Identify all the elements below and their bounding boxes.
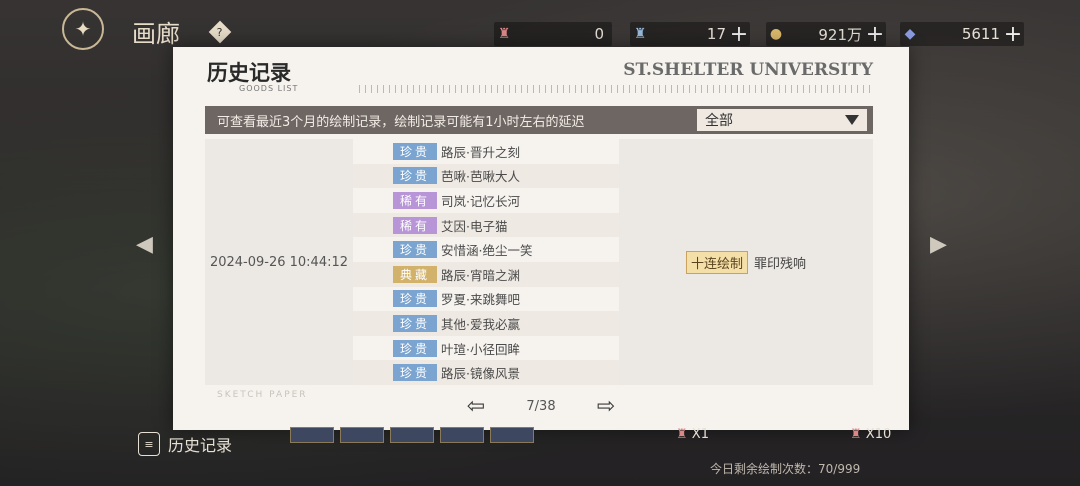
item-name: 其他·爱我必赢: [441, 316, 520, 332]
arrow-left-icon: ⇦: [466, 393, 486, 419]
list-item: 典藏 路辰·宵暗之渊: [353, 261, 619, 287]
item-name: 芭啾·芭啾大人: [441, 169, 520, 185]
record-time: 2024-09-26 10:44:12: [209, 254, 349, 270]
list-item: 珍贵 路辰·镜像风景: [353, 360, 619, 385]
thumbnail: [440, 427, 484, 443]
ticket-blue-icon: ♜: [633, 26, 647, 42]
diamond-icon: ◆: [904, 26, 916, 42]
rarity-badge: 珍贵: [393, 167, 437, 185]
page-title: 画廊: [132, 20, 180, 48]
rarity-badge: 珍贵: [393, 314, 437, 332]
rarity-badge: 珍贵: [393, 241, 437, 259]
history-button[interactable]: ≡ 历史记录: [138, 432, 232, 456]
resource-value: 17: [706, 25, 726, 43]
resource-value: 921万: [818, 25, 862, 44]
coin-icon: ●: [769, 26, 783, 42]
ticket-icon: ♜: [497, 26, 511, 42]
resource-value: 0: [594, 25, 604, 43]
item-name: 路辰·镜像风景: [441, 366, 520, 382]
resource-coin: ● 921万 +: [766, 22, 886, 47]
item-name: 路辰·宵暗之渊: [441, 267, 520, 283]
item-name: 罗夏·来跳舞吧: [441, 292, 520, 308]
list-item: 珍贵 路辰·晋升之刻: [353, 139, 619, 164]
rarity-badge: 珍贵: [393, 290, 437, 308]
thumbnail: [340, 427, 384, 443]
history-label: 历史记录: [168, 436, 233, 455]
thumbnail: [490, 427, 534, 443]
butterfly-emblem-icon[interactable]: ✦: [62, 8, 104, 50]
dialog-subtitle: GOODS LIST: [239, 84, 299, 93]
resource-ticket-blue: ♜ 17 +: [630, 22, 750, 47]
list-item: 珍贵 其他·爱我必赢: [353, 311, 619, 336]
history-dialog: 历史记录 GOODS LIST ST.SHELTER UNIVERSITY 可查…: [173, 47, 909, 430]
card-thumbnails: [290, 427, 534, 443]
history-table: 2024-09-26 10:44:12 珍贵 路辰·晋升之刻 珍贵 芭啾·芭啾大人 稀有…: [205, 139, 873, 385]
rarity-badge: 典藏: [393, 265, 437, 283]
draw-once-label: X1: [691, 427, 709, 442]
resource-ticket: ♜ 0: [494, 22, 612, 46]
draw-ten-label: X10: [865, 427, 892, 442]
ticket-icon: ♜: [676, 427, 688, 442]
item-name: 安惜涵·绝尘一笑: [441, 243, 533, 259]
remaining-draws: 今日剩余绘制次数：70/999: [710, 462, 861, 476]
chevron-down-icon: [845, 115, 859, 125]
info-text: 可查看最近3个月的绘制记录，绘制记录可能有1小时左右的延迟: [217, 114, 585, 130]
list-item: 珍贵 叶瑄·小径回眸: [353, 336, 619, 361]
record-type: 十连绘制 罪印残响: [619, 139, 873, 385]
rarity-badge: 稀有: [393, 191, 437, 209]
help-icon: ?: [217, 25, 223, 39]
list-item: 珍贵 罗夏·来跳舞吧: [353, 287, 619, 312]
item-name: 司岚·记忆长河: [441, 193, 520, 209]
draw-type-badge: 十连绘制: [685, 250, 748, 274]
dialog-title: 历史记录: [207, 60, 291, 85]
brand-label: ST.SHELTER UNIVERSITY: [623, 60, 873, 80]
thumbnail: [290, 427, 334, 443]
thumbnail: [390, 427, 434, 443]
help-button[interactable]: ?: [208, 20, 232, 44]
rarity-badge: 稀有: [393, 216, 437, 234]
watermark: SKETCH PAPER: [217, 390, 308, 400]
ticket-icon: ♜: [850, 427, 862, 442]
add-coin-button[interactable]: +: [864, 22, 886, 47]
history-icon: ≡: [138, 432, 160, 456]
pagination: ⇦ 7/38 ⇨: [463, 391, 619, 421]
record-items: 珍贵 路辰·晋升之刻 珍贵 芭啾·芭啾大人 稀有 司岚·记忆长河 稀有 艾因·电子猫 珍贵 安惜涵…: [353, 139, 619, 385]
arrow-right-icon: ⇨: [596, 393, 616, 419]
page-indicator: 7/38: [526, 398, 556, 414]
list-item: 稀有 司岚·记忆长河: [353, 188, 619, 213]
list-item: 稀有 艾因·电子猫: [353, 212, 619, 238]
filter-dropdown[interactable]: 全部: [697, 109, 867, 131]
resource-diamond: ◆ 5611 +: [900, 22, 1024, 47]
filter-value: 全部: [705, 113, 733, 129]
next-pool-arrow-icon[interactable]: ▶: [930, 232, 947, 257]
item-name: 路辰·晋升之刻: [441, 144, 520, 160]
rarity-badge: 珍贵: [393, 142, 437, 160]
rarity-badge: 珍贵: [393, 364, 437, 382]
draw-once-button[interactable]: ♜ X1: [676, 427, 709, 442]
pool-name: 罪印残响: [754, 256, 807, 272]
resource-value: 5611: [961, 25, 1000, 43]
rarity-badge: 珍贵: [393, 339, 437, 357]
prev-pool-arrow-icon[interactable]: ◀: [136, 232, 153, 257]
add-ticket-button[interactable]: +: [728, 22, 750, 47]
prev-page-button[interactable]: ⇦: [463, 393, 489, 419]
next-page-button[interactable]: ⇨: [593, 393, 619, 419]
ruler-decoration: [359, 85, 871, 93]
add-diamond-button[interactable]: +: [1002, 22, 1024, 47]
item-name: 叶瑄·小径回眸: [441, 341, 520, 357]
list-item: 珍贵 安惜涵·绝尘一笑: [353, 237, 619, 262]
list-item: 珍贵 芭啾·芭啾大人: [353, 163, 619, 189]
item-name: 艾因·电子猫: [441, 218, 508, 234]
info-bar: 可查看最近3个月的绘制记录，绘制记录可能有1小时左右的延迟 全部: [205, 106, 873, 134]
draw-ten-button[interactable]: ♜ X10: [850, 427, 891, 442]
